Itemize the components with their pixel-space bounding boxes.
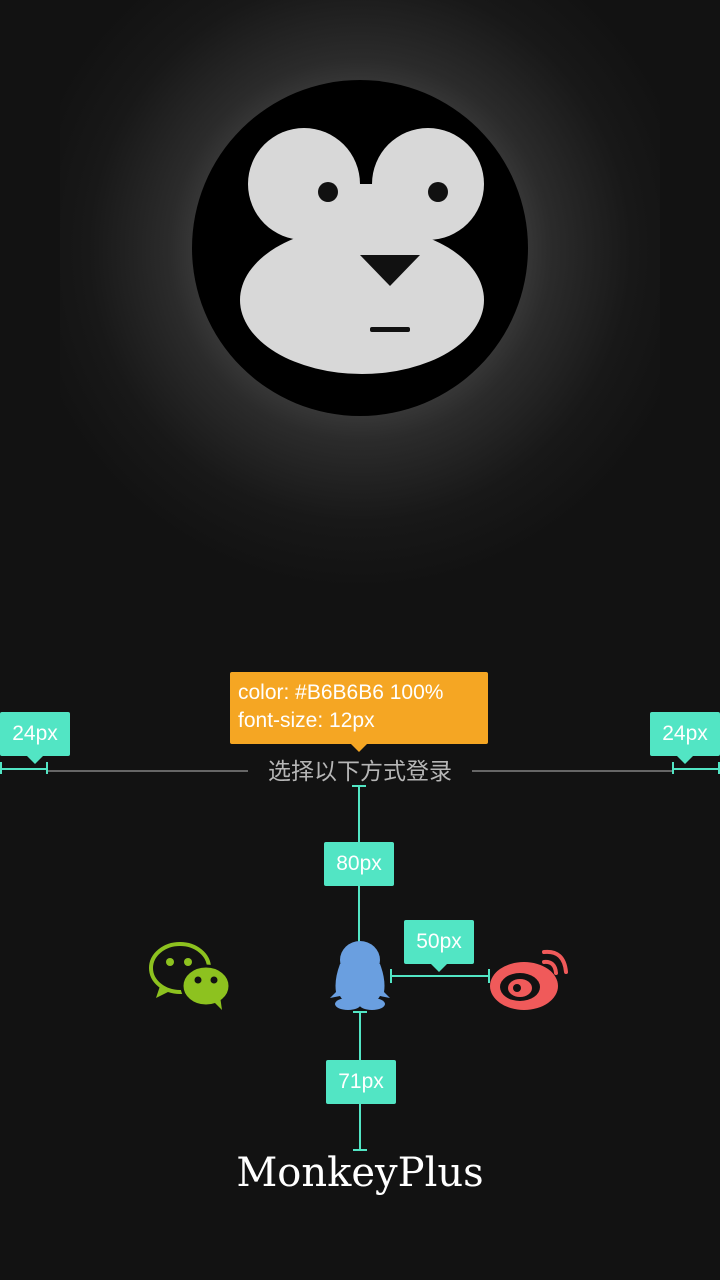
right-margin-tick-start — [672, 762, 674, 774]
style-note-tag: color: #B6B6B6 100% font-size: 12px — [230, 672, 488, 752]
wechat-icon — [149, 942, 232, 1010]
qq-penguin-icon — [330, 941, 390, 1010]
style-note-font: font-size: 12px — [238, 709, 375, 732]
divider-left — [48, 770, 248, 772]
qq-login-button[interactable] — [328, 940, 392, 1012]
style-note-color: color: #B6B6B6 100% — [238, 681, 444, 704]
left-margin-tick-start — [0, 762, 2, 774]
spacing-71-tag: 71px — [326, 1060, 396, 1104]
monkey-logo-icon — [192, 80, 528, 416]
login-screen: 选择以下方式登录 color: #B6B6B6 100% font-size: … — [0, 0, 720, 1280]
divider-right — [472, 770, 672, 772]
login-prompt: 选择以下方式登录 — [268, 759, 452, 785]
wechat-login-button[interactable] — [148, 942, 232, 1012]
weibo-login-button[interactable] — [488, 940, 574, 1012]
weibo-icon — [490, 949, 568, 1010]
right-margin-line — [672, 768, 720, 770]
right-margin-tag: 24px — [650, 712, 720, 764]
left-margin-tick-end — [46, 762, 48, 774]
left-margin-tag: 24px — [0, 712, 70, 764]
spacing-50-line — [390, 975, 490, 977]
spacing-50-tag: 50px — [404, 920, 474, 972]
spacing-80-tick-top — [352, 785, 366, 787]
brand-name: MonkeyPlus — [236, 1150, 484, 1196]
left-margin-line — [0, 768, 48, 770]
spacing-80-tag: 80px — [324, 842, 394, 886]
